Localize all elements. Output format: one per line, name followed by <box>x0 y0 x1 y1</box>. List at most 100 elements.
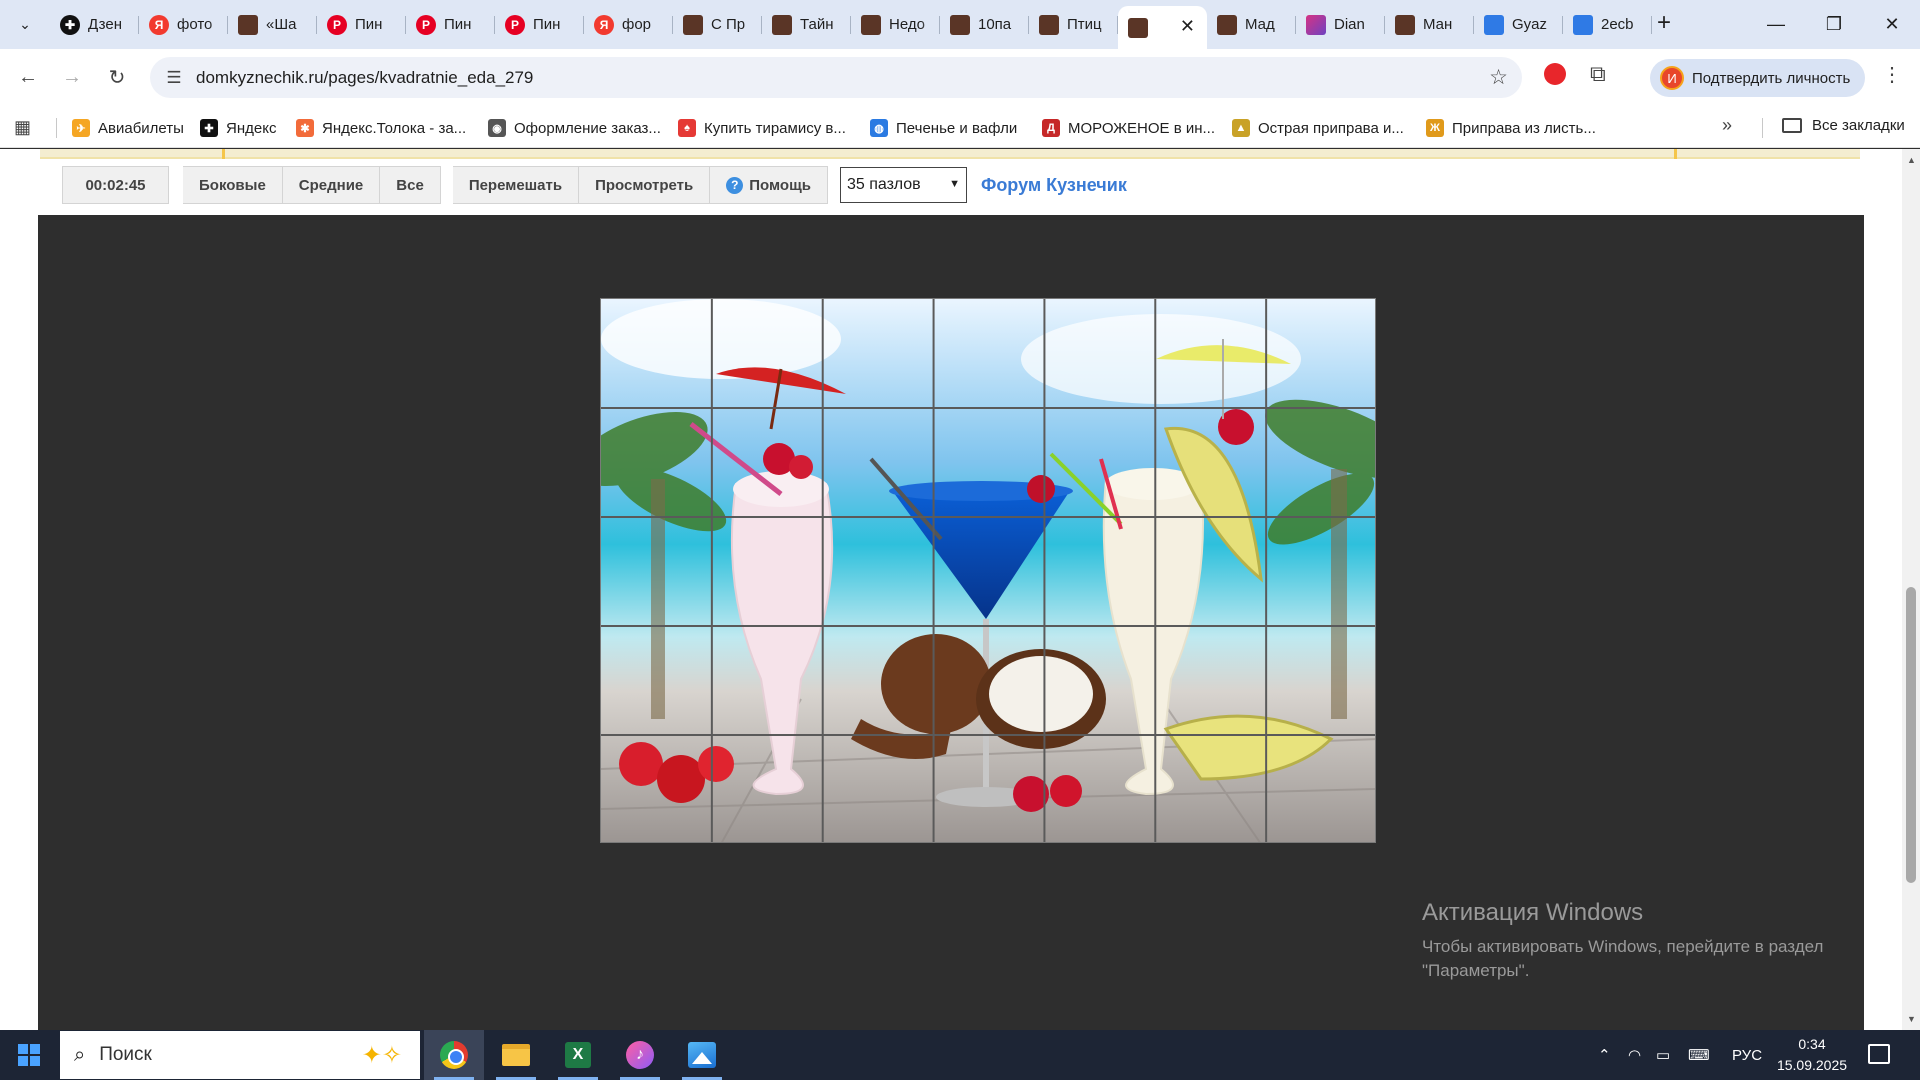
tab[interactable]: С Пр <box>673 6 762 43</box>
activation-line-1: Чтобы активировать Windows, перейдите в … <box>1422 937 1824 956</box>
image-favicon-icon <box>683 14 703 35</box>
show-all-button[interactable]: Все <box>380 166 441 204</box>
bookmark-item[interactable]: ♠ Купить тирамису в... <box>678 117 846 139</box>
taskbar-excel[interactable]: X <box>548 1030 608 1080</box>
bookmark-favicon-icon: ♠ <box>678 119 696 137</box>
tab-title: Пин <box>533 16 561 33</box>
bookmark-item[interactable]: Ж Приправа из листь... <box>1426 117 1596 139</box>
image-favicon-icon <box>1395 14 1415 35</box>
tab-title: С Пр <box>711 16 746 33</box>
tab[interactable]: Мад <box>1207 6 1296 43</box>
tab-title: Пин <box>355 16 383 33</box>
puzzle-image[interactable] <box>600 298 1376 843</box>
taskbar-search[interactable]: ⌕ Поиск ✦✧ <box>60 1031 420 1079</box>
bookmark-item[interactable]: ▲ Острая приправа и... <box>1232 117 1404 139</box>
adblock-extension-icon[interactable] <box>1544 63 1566 85</box>
start-button[interactable] <box>0 1030 58 1080</box>
image-favicon-icon <box>861 14 881 35</box>
bookmark-star-icon[interactable]: ☆ <box>1489 65 1508 90</box>
show-sides-button[interactable]: Боковые <box>183 166 283 204</box>
tab-strip: ⌄ ✚ Дзен Яфото «Ша P Пин P Пин P Пин Яфор С Пр Тайн Н… <box>0 0 1920 49</box>
new-tab-button[interactable]: + <box>1650 10 1678 38</box>
bookmark-label: Печенье и вафли <box>896 119 1018 137</box>
profile-button[interactable]: И Подтвердить личность <box>1650 59 1865 97</box>
site-settings-icon[interactable]: ☰ <box>162 66 186 90</box>
address-bar[interactable]: ☰ domkyznechik.ru/pages/kvadratnie_eda_2… <box>150 57 1522 98</box>
image-favicon-icon <box>238 14 258 35</box>
keyboard-icon[interactable]: ⌨ <box>1688 1030 1710 1080</box>
minimize-button[interactable]: — <box>1746 8 1806 40</box>
tab[interactable]: P Пин <box>406 6 495 43</box>
scrollbar-thumb[interactable] <box>1906 587 1916 883</box>
all-bookmarks-button[interactable]: Все закладки <box>1782 117 1905 134</box>
scroll-down-icon[interactable]: ▼ <box>1907 1014 1916 1024</box>
tab[interactable]: P Пин <box>495 6 584 43</box>
back-button[interactable]: ← <box>12 61 44 93</box>
bookmark-item[interactable]: ✈ Авиабилеты <box>72 117 184 139</box>
tab[interactable]: Тайн <box>762 6 851 43</box>
restore-icon: ❐ <box>1825 13 1843 34</box>
clock[interactable]: 0:34 15.09.2025 <box>1772 1034 1852 1076</box>
forward-button[interactable]: → <box>56 61 88 93</box>
tab-active[interactable]: ✕ <box>1118 6 1207 49</box>
bookmarks-overflow-icon[interactable]: » <box>1722 115 1732 136</box>
bookmark-item[interactable]: ◍ Печенье и вафли <box>870 117 1017 139</box>
taskbar-itunes[interactable]: ♪ <box>610 1030 670 1080</box>
url-text[interactable]: domkyznechik.ru/pages/kvadratnie_eda_279 <box>196 68 533 88</box>
taskbar-chrome[interactable] <box>424 1030 484 1080</box>
close-icon: ✕ <box>1884 13 1900 34</box>
pinterest-icon: P <box>327 14 347 35</box>
tab-search-button[interactable]: ⌄ <box>8 9 42 39</box>
sparkle-icon: ✦✧ <box>361 1042 402 1069</box>
apps-grid-icon[interactable]: ▦ <box>14 117 31 138</box>
tab[interactable]: Dian <box>1296 6 1385 43</box>
notifications-icon[interactable] <box>1868 1044 1890 1064</box>
tab[interactable]: Яфото <box>139 6 228 43</box>
help-button[interactable]: ? Помощь <box>710 166 828 204</box>
extensions-icon[interactable]: ⧉ <box>1590 61 1606 87</box>
close-tab-icon[interactable]: ✕ <box>1180 16 1195 37</box>
restore-button[interactable]: ❐ <box>1804 8 1864 40</box>
shuffle-button[interactable]: Перемешать <box>452 166 580 204</box>
tab[interactable]: Птиц <box>1029 6 1118 43</box>
pinterest-icon: P <box>416 14 436 35</box>
tab[interactable]: Недо <box>851 6 940 43</box>
bookmark-item[interactable]: ✱ Яндекс.Толока - за... <box>296 117 466 139</box>
tab[interactable]: Яфор <box>584 6 673 43</box>
network-icon[interactable]: ◠ <box>1628 1030 1641 1080</box>
tab-title: Пин <box>444 16 472 33</box>
taskbar-file-explorer[interactable] <box>486 1030 546 1080</box>
browser-menu-icon[interactable]: ⋮ <box>1882 62 1902 87</box>
language-indicator[interactable]: РУС <box>1732 1030 1762 1080</box>
clock-time: 0:34 <box>1798 1036 1826 1052</box>
bookmark-label: Острая приправа и... <box>1258 119 1404 137</box>
close-window-button[interactable]: ✕ <box>1862 8 1920 40</box>
tab[interactable]: ✚ Дзен <box>50 6 139 43</box>
bookmark-item[interactable]: Д МОРОЖЕНОЕ в ин... <box>1042 117 1215 139</box>
reload-icon: ↻ <box>108 66 126 89</box>
pieces-count-select[interactable]: 35 пазлов ▼ <box>839 167 967 203</box>
show-middle-button[interactable]: Средние <box>282 166 381 204</box>
battery-icon[interactable]: ▭ <box>1656 1030 1670 1080</box>
preview-button[interactable]: Просмотреть <box>579 166 711 204</box>
bookmark-favicon-icon: ◍ <box>870 119 888 137</box>
taskbar-photos[interactable] <box>672 1030 732 1080</box>
tab[interactable]: Gyaz <box>1474 6 1563 43</box>
forum-link[interactable]: Форум Кузнечик <box>981 175 1127 196</box>
scroll-up-icon[interactable]: ▲ <box>1907 155 1916 165</box>
tab[interactable]: Ман <box>1385 6 1474 43</box>
diana-icon <box>1306 14 1326 35</box>
tab[interactable]: 10па <box>940 6 1029 43</box>
bookmark-label: МОРОЖЕНОЕ в ин... <box>1068 119 1216 137</box>
page-scrollbar[interactable]: ▲ ▼ <box>1902 149 1920 1030</box>
tab[interactable]: P Пин <box>317 6 406 43</box>
search-icon: ⌕ <box>74 1043 86 1066</box>
tray-overflow-icon[interactable]: ⌃ <box>1598 1030 1611 1080</box>
bookmark-favicon-icon: Д <box>1042 119 1060 137</box>
tab[interactable]: 2ecb <box>1563 6 1652 43</box>
web-page: 00:02:45 Боковые Средние Все Перемешать … <box>0 149 1902 1030</box>
reload-button[interactable]: ↻ <box>101 61 133 93</box>
tab[interactable]: «Ша <box>228 6 317 43</box>
bookmark-item[interactable]: ◉ Оформление заказ... <box>488 117 661 139</box>
bookmark-item[interactable]: ✚ Яндекс <box>200 117 276 139</box>
